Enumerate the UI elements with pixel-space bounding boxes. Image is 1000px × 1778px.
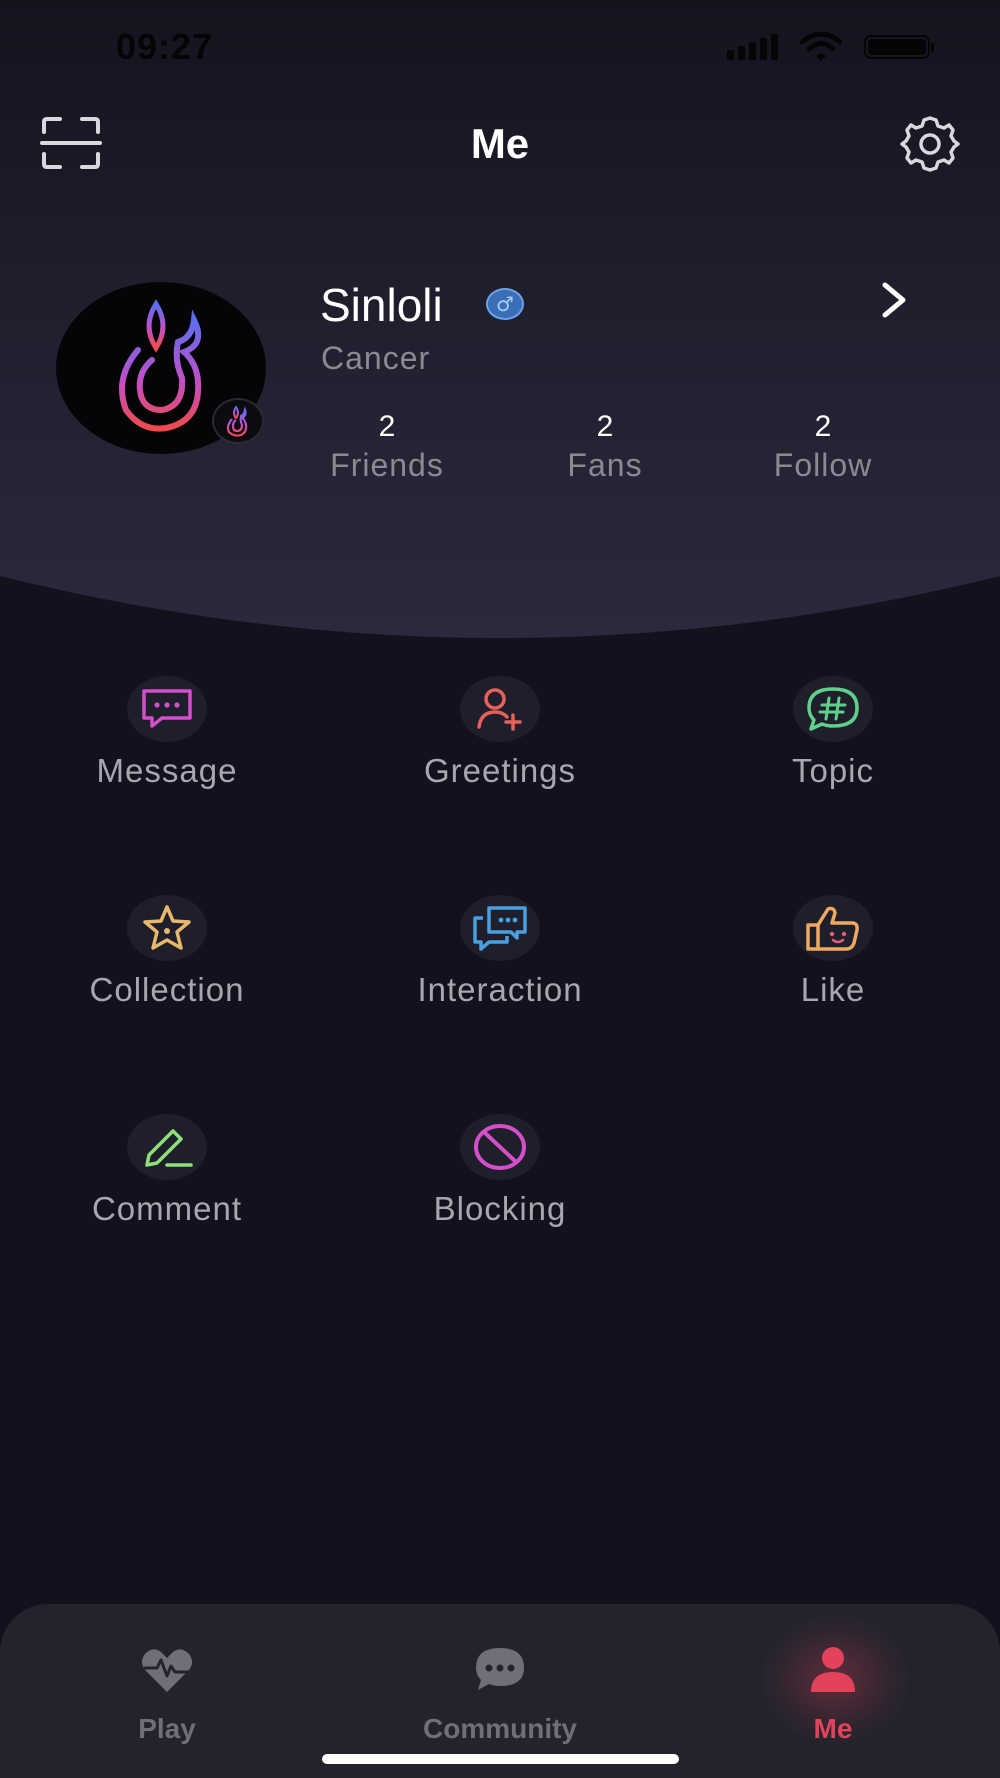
menu-interaction[interactable]: Interaction	[370, 895, 630, 1009]
stat-value: 2	[596, 410, 614, 443]
person-icon	[811, 1647, 855, 1692]
thumbs-up-icon	[806, 906, 859, 951]
menu-label: Greetings	[423, 752, 577, 789]
heart-pulse-icon	[142, 1649, 192, 1692]
tab-me[interactable]: Me	[723, 1644, 943, 1745]
stat-follow[interactable]: 2 Follow	[733, 408, 913, 484]
top-bar: Me	[0, 100, 1000, 188]
avatar-badge	[212, 398, 264, 444]
menu-collection[interactable]: Collection	[37, 895, 297, 1009]
stat-value: 2	[378, 410, 396, 443]
tab-label: Community	[423, 1713, 577, 1744]
stat-fans[interactable]: 2 Fans	[515, 408, 695, 484]
menu-label: Comment	[91, 1190, 243, 1227]
menu-greetings[interactable]: Greetings	[370, 676, 630, 790]
username: Sinloli	[320, 279, 443, 331]
status-bar: 09:27	[0, 0, 1000, 100]
stat-label: Friends	[330, 447, 444, 483]
stat-friends[interactable]: 2 Friends	[297, 408, 477, 484]
tab-label: Play	[138, 1713, 196, 1744]
menu-label: Message	[96, 752, 238, 789]
page-title: Me	[470, 120, 530, 167]
chat-dots-icon	[476, 1648, 524, 1690]
settings-gear-icon[interactable]	[900, 114, 960, 174]
menu-label: Collection	[89, 971, 245, 1008]
add-person-icon	[477, 688, 522, 731]
star-icon	[143, 905, 191, 950]
stat-label: Fans	[567, 447, 643, 483]
stat-value: 2	[814, 410, 832, 443]
menu-topic[interactable]: Topic	[703, 676, 963, 790]
menu-blocking[interactable]: Blocking	[370, 1114, 630, 1228]
home-indicator[interactable]	[322, 1754, 679, 1764]
menu-message[interactable]: Message	[37, 676, 297, 790]
hashtag-chat-icon	[807, 687, 859, 731]
chevron-right-icon[interactable]	[876, 280, 912, 320]
stat-label: Follow	[773, 447, 873, 483]
avatar[interactable]	[56, 282, 266, 454]
menu-comment[interactable]: Comment	[37, 1114, 297, 1228]
tab-play[interactable]: Play	[57, 1644, 277, 1745]
menu-label: Topic	[791, 752, 875, 789]
tab-label: Me	[813, 1713, 853, 1744]
menu-label: Blocking	[433, 1190, 567, 1227]
tab-community[interactable]: Community	[390, 1644, 610, 1745]
block-icon	[474, 1124, 526, 1170]
wifi-icon	[800, 32, 842, 61]
status-icons	[727, 32, 934, 62]
menu-label: Like	[800, 971, 866, 1008]
battery-icon	[864, 35, 934, 59]
signal-icon	[727, 34, 778, 60]
menu-like[interactable]: Like	[703, 895, 963, 1009]
menu-label: Interaction	[417, 971, 583, 1008]
pencil-icon	[145, 1129, 193, 1167]
message-icon	[142, 689, 192, 728]
zodiac-sign: Cancer	[321, 340, 431, 376]
male-gender-icon: ♂	[486, 288, 524, 320]
status-time: 09:27	[116, 26, 214, 67]
chat-bubbles-icon	[473, 906, 527, 951]
